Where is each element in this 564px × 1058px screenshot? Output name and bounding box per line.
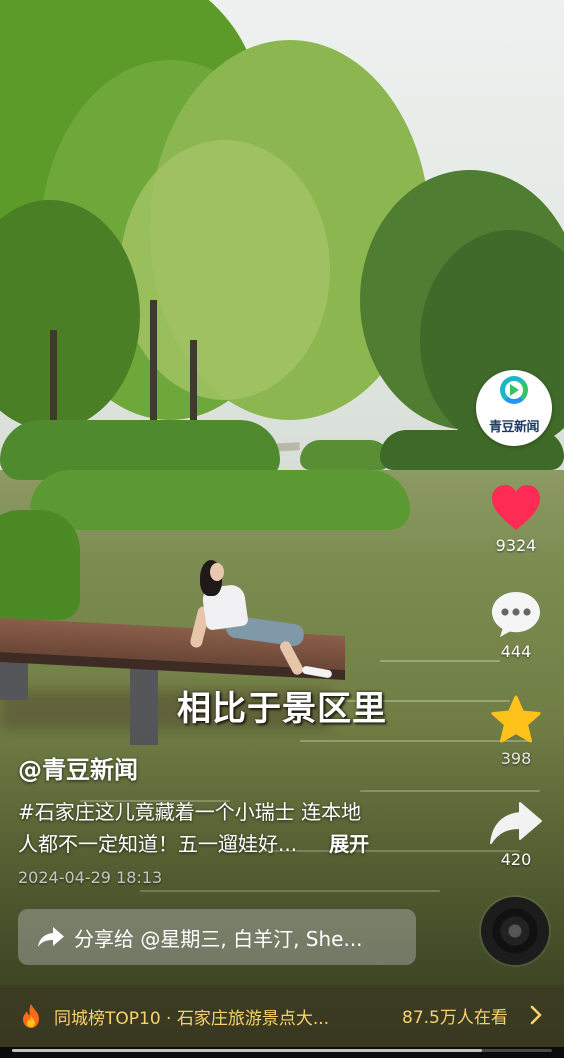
favorite-count: 398 [500,749,532,768]
share-to-friends-bar[interactable]: 分享给 @星期三, 白羊汀, She... [18,909,416,965]
flame-icon [23,1004,39,1028]
favorite-button[interactable]: 398 [488,695,544,768]
heart-icon [492,485,540,530]
chevron-right-icon [530,1005,542,1025]
post-date: 2024-04-29 18:13 [18,868,163,887]
comment-bubble-icon [492,592,540,637]
share-arrow-icon [490,802,542,844]
local-hot-list-bar[interactable]: 同城榜TOP10 · 石家庄旅游景点大... 87.5万人在看 [0,985,564,1047]
music-disc-icon[interactable] [481,897,549,965]
video-description: #石家庄这儿竟藏着一个小瑞士 连本地 人都不一定知道！五一遛娃好... 展开 [18,796,428,860]
like-count: 9324 [495,536,537,555]
comment-button[interactable]: 444 [488,590,544,661]
playback-progress-bar[interactable] [0,1047,564,1058]
author-avatar[interactable]: 青豆新闻 [476,370,552,446]
description-line-1[interactable]: #石家庄这儿竟藏着一个小瑞士 连本地 [18,796,428,828]
author-name[interactable]: @青豆新闻 [18,750,138,785]
progress-fill [12,1049,482,1052]
star-icon [491,695,541,743]
video-frame [0,0,564,1058]
hot-list-title: 同城榜TOP10 · 石家庄旅游景点大... [54,1008,330,1029]
share-arrow-icon [38,927,64,947]
video-screen[interactable]: 相比于景区里 青豆新闻 9324 444 398 420 @青豆新闻 #石家庄这… [0,0,564,1058]
video-subtitle: 相比于景区里 [177,689,387,729]
like-button[interactable]: 9324 [488,484,544,555]
share-button[interactable]: 420 [488,800,544,869]
avatar-label: 青豆新闻 [488,420,540,435]
share-count: 420 [500,850,532,869]
comment-count: 444 [500,642,532,661]
viewer-count: 87.5万人在看 [402,1008,508,1028]
share-to-text: 分享给 @星期三, 白羊汀, She... [74,926,363,951]
description-line-2: 人都不一定知道！五一遛娃好... [18,832,298,856]
expand-description-button[interactable]: 展开 [329,832,369,856]
